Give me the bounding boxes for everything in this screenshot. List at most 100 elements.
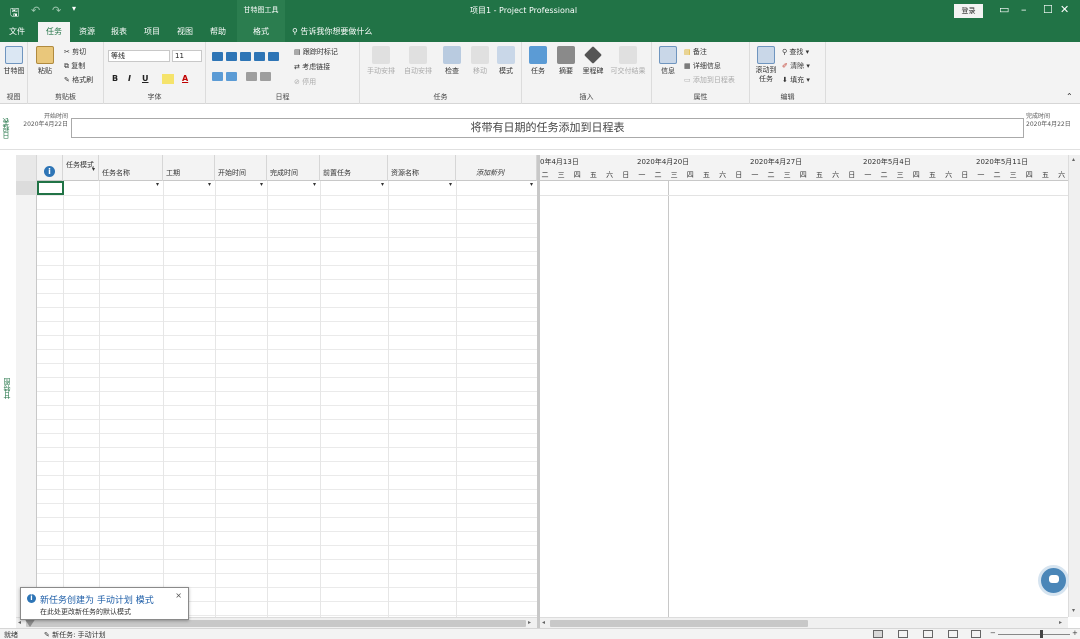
assistant-avatar-icon[interactable] [1038,565,1069,596]
redo-icon[interactable]: ↷ [52,4,61,17]
zoom-out-icon[interactable]: − [990,629,996,637]
auto-schedule-button[interactable]: 自动安排 [400,46,436,76]
font-color-button[interactable]: A [182,74,188,83]
highlight-icon[interactable] [162,74,174,84]
summary-button[interactable]: 摘要 [554,46,578,76]
cut-button[interactable]: ✂ 剪切 [64,47,86,57]
task-usage-view-icon[interactable] [898,630,908,638]
respect-links-button[interactable]: ⇄ 考虑链接 [294,62,330,72]
select-all-corner[interactable] [16,155,37,181]
information-button[interactable]: 信息 [656,46,680,76]
column-task-name[interactable]: 任务名称 ▾ [99,155,163,188]
timeline-bar[interactable]: 将带有日期的任务添加到日程表 [71,118,1024,138]
minimize-icon[interactable]: – [1021,3,1027,16]
group-insert: 任务 摘要 里程碑 可交付结果 插入 [522,42,652,104]
new-task-mode-tooltip[interactable]: i 新任务创建为 手动计划 模式 在此处更改新任务的默认模式 × [20,587,189,620]
mode-button[interactable]: 模式 [494,46,518,76]
report-view-icon[interactable] [971,630,981,638]
format-painter-button[interactable]: ✎ 格式刷 [64,75,93,85]
save-icon[interactable]: 🖫 [10,4,19,23]
percent-75-icon[interactable] [254,52,265,61]
font-size-select[interactable]: 11 [172,50,202,62]
signin-button[interactable]: 登录 [954,4,983,18]
tab-view[interactable]: 视图 [172,22,198,42]
ribbon-display-options-icon[interactable]: ▭ [999,3,1009,16]
tell-me-search[interactable]: ⚲ 告诉我你想要做什么 [292,22,372,42]
inspect-button[interactable]: 检查 [440,46,464,76]
percent-50-icon[interactable] [240,52,251,61]
details-button[interactable]: ▦ 详细信息 [684,61,721,71]
column-duration[interactable]: 工期 ▾ [163,155,215,188]
vscrollbar[interactable]: ▴ ▾ [1068,155,1080,617]
percent-100-icon[interactable] [268,52,279,61]
scroll-right-icon[interactable]: ▸ [528,619,531,626]
percent-0-icon[interactable] [212,52,223,61]
undo-icon[interactable]: ↶ [31,4,40,17]
row-header-selected[interactable] [16,181,37,195]
percent-25-icon[interactable] [226,52,237,61]
link-tasks-icon[interactable] [246,72,257,81]
column-task-mode[interactable]: 任务模式 ▾ [63,155,99,181]
tab-format[interactable]: 格式 [237,22,285,42]
bold-button[interactable]: B [112,74,118,83]
column-add-new[interactable]: 添加新列 ▾ [456,155,537,188]
active-cell[interactable] [37,181,64,195]
tab-task[interactable]: 任务 [38,22,70,42]
gantt-chart-button[interactable]: 甘特图 [3,46,25,76]
close-icon[interactable]: ✕ [1060,3,1069,16]
zoom-slider[interactable] [998,634,1070,635]
tab-file[interactable]: 文件 [4,22,30,42]
maximize-icon[interactable]: ☐ [1043,3,1053,16]
outdent-icon[interactable] [212,72,223,81]
paste-button[interactable]: 粘贴 [34,46,56,76]
notes-button[interactable]: ▤ 备注 [684,47,707,57]
grid-row-line [37,195,537,196]
scroll-left-icon[interactable]: ◂ [18,619,21,626]
ribbon: 甘特图 视图 粘贴 ✂ 剪切 ⧉ 复制 ✎ 格式刷 剪贴板 等线 11 B I … [0,42,1080,104]
fill-button[interactable]: ⬇ 填充 ▾ [782,75,810,85]
column-predecessors[interactable]: 前置任务 ▾ [320,155,388,188]
zoom-in-icon[interactable]: + [1072,629,1078,637]
tab-help[interactable]: 帮助 [205,22,231,42]
copy-button[interactable]: ⧉ 复制 [64,61,85,71]
scroll-up-icon[interactable]: ▴ [1072,156,1075,163]
font-family-select[interactable]: 等线 [108,50,170,62]
scroll-to-task-button[interactable]: 滚动到任务 [753,46,779,84]
clear-button[interactable]: ✐ 清除 ▾ [782,61,810,71]
column-start[interactable]: 开始时间 ▾ [215,155,267,188]
scroll-right-icon[interactable]: ▸ [1059,619,1062,626]
grid-hscroll-thumb[interactable] [26,620,526,627]
indent-icon[interactable] [226,72,237,81]
scroll-down-icon[interactable]: ▾ [1072,607,1075,614]
deliverable-button[interactable]: 可交付结果 [608,46,648,76]
move-button[interactable]: 移动 [468,46,492,76]
underline-button[interactable]: U [142,74,149,83]
close-icon[interactable]: × [175,591,182,600]
collapse-ribbon-icon[interactable]: ⌃ [1066,92,1073,101]
new-tasks-mode-label: 新任务: 手动计划 [52,631,106,639]
column-finish[interactable]: 完成时间 ▾ [267,155,320,188]
find-button[interactable]: ⚲ 查找 ▾ [782,47,809,57]
chart-hscroll-thumb[interactable] [550,620,808,627]
insert-task-button[interactable]: 任务 [526,46,550,76]
tab-resource[interactable]: 资源 [74,22,100,42]
italic-button[interactable]: I [128,74,131,83]
inactivate-button[interactable]: ⊘ 停用 [294,77,316,87]
mark-on-track-button[interactable]: ▤ 跟踪时标记 [294,47,338,57]
column-resource-names[interactable]: 资源名称 ▾ [388,155,456,188]
customize-qat-icon[interactable]: ▾ [72,4,76,13]
manually-schedule-button[interactable]: 手动安排 [363,46,399,76]
row-headers[interactable] [16,181,37,617]
scroll-left-icon[interactable]: ◂ [542,619,545,626]
chart-hscrollbar[interactable]: ◂ ▸ [540,617,1068,628]
tab-report[interactable]: 报表 [106,22,132,42]
new-tasks-mode[interactable]: ✎ 新任务: 手动计划 [44,630,106,639]
unlink-tasks-icon[interactable] [260,72,271,81]
gantt-view-icon[interactable] [873,630,883,638]
add-to-timeline-button[interactable]: ▭ 添加到日程表 [684,75,735,85]
zoom-slider-thumb[interactable] [1040,630,1043,638]
resource-sheet-view-icon[interactable] [948,630,958,638]
team-planner-view-icon[interactable] [923,630,933,638]
tab-project[interactable]: 项目 [139,22,165,42]
milestone-button[interactable]: 里程碑 [580,46,606,76]
